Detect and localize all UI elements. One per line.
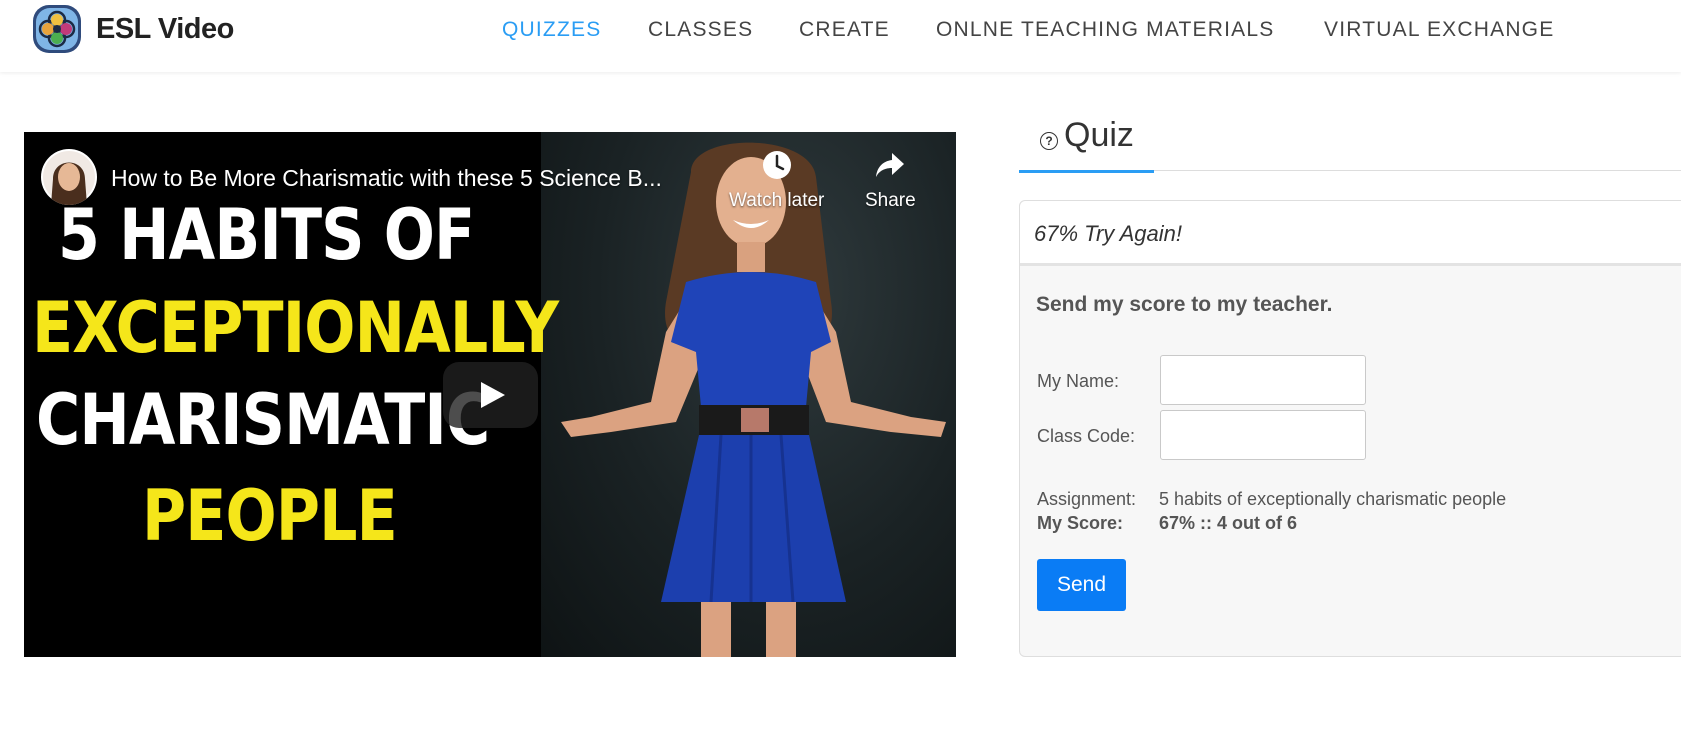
share-label: Share xyxy=(865,190,916,211)
avatar-icon xyxy=(43,151,95,205)
nav-virtual-exchange[interactable]: VIRTUAL EXCHANGE xyxy=(1324,18,1554,42)
share-arrow-icon xyxy=(876,153,905,177)
assignment-value: 5 habits of exceptionally charismatic pe… xyxy=(1159,489,1507,509)
name-input[interactable] xyxy=(1160,355,1366,405)
play-icon xyxy=(481,382,505,408)
class-code-input[interactable] xyxy=(1160,410,1366,460)
thumbnail-line-3: CHARISMATIC xyxy=(36,379,490,461)
assignment-label: Assignment: xyxy=(1037,489,1137,509)
quiz-result-panel: 67% Try Again! Send my score to my teach… xyxy=(1019,200,1681,657)
nav-quizzes[interactable]: QUIZZES xyxy=(502,18,601,42)
nav-online-teaching-materials[interactable]: ONLNE TEACHING MATERIALS xyxy=(936,18,1274,42)
flower-logo-icon[interactable] xyxy=(30,2,84,56)
brand-name[interactable]: ESL Video xyxy=(96,13,234,46)
nav-classes[interactable]: CLASSES xyxy=(648,18,753,42)
play-button[interactable] xyxy=(443,362,538,428)
video-title[interactable]: How to Be More Charismatic with these 5 … xyxy=(111,165,662,192)
quiz-tab-label: Quiz xyxy=(1064,116,1134,154)
score-label: My Score: xyxy=(1037,513,1124,533)
send-score-heading: Send my score to my teacher. xyxy=(1036,293,1333,316)
name-label: My Name: xyxy=(1037,371,1120,391)
top-navbar: ESL Video QUIZZES CLASSES CREATE ONLNE T… xyxy=(0,0,1681,72)
thumbnail-line-2: EXCEPTIONALLY xyxy=(32,287,559,369)
nav-create[interactable]: CREATE xyxy=(799,18,890,42)
watch-later-button[interactable]: Watch later xyxy=(729,150,824,212)
channel-avatar[interactable] xyxy=(41,149,97,205)
question-circle-icon: ? xyxy=(1040,132,1058,150)
score-message: 67% Try Again! xyxy=(1034,221,1182,246)
tab-quiz[interactable]: ? Quiz xyxy=(1019,108,1154,173)
score-value: 67% :: 4 out of 6 xyxy=(1159,513,1298,533)
send-button[interactable]: Send xyxy=(1037,559,1126,611)
thumbnail-line-4: PEOPLE xyxy=(142,475,398,557)
class-code-label: Class Code: xyxy=(1037,426,1136,446)
watch-later-label: Watch later xyxy=(729,190,825,211)
tab-divider xyxy=(1154,170,1681,171)
clock-icon xyxy=(762,151,791,179)
thumbnail-line-1: 5 HABITS OF xyxy=(58,194,475,276)
share-button[interactable]: Share xyxy=(865,150,916,212)
video-player[interactable]: 5 HABITS OF EXCEPTIONALLY CHARISMATIC PE… xyxy=(24,132,956,657)
panel-header: 67% Try Again! xyxy=(1020,201,1681,266)
